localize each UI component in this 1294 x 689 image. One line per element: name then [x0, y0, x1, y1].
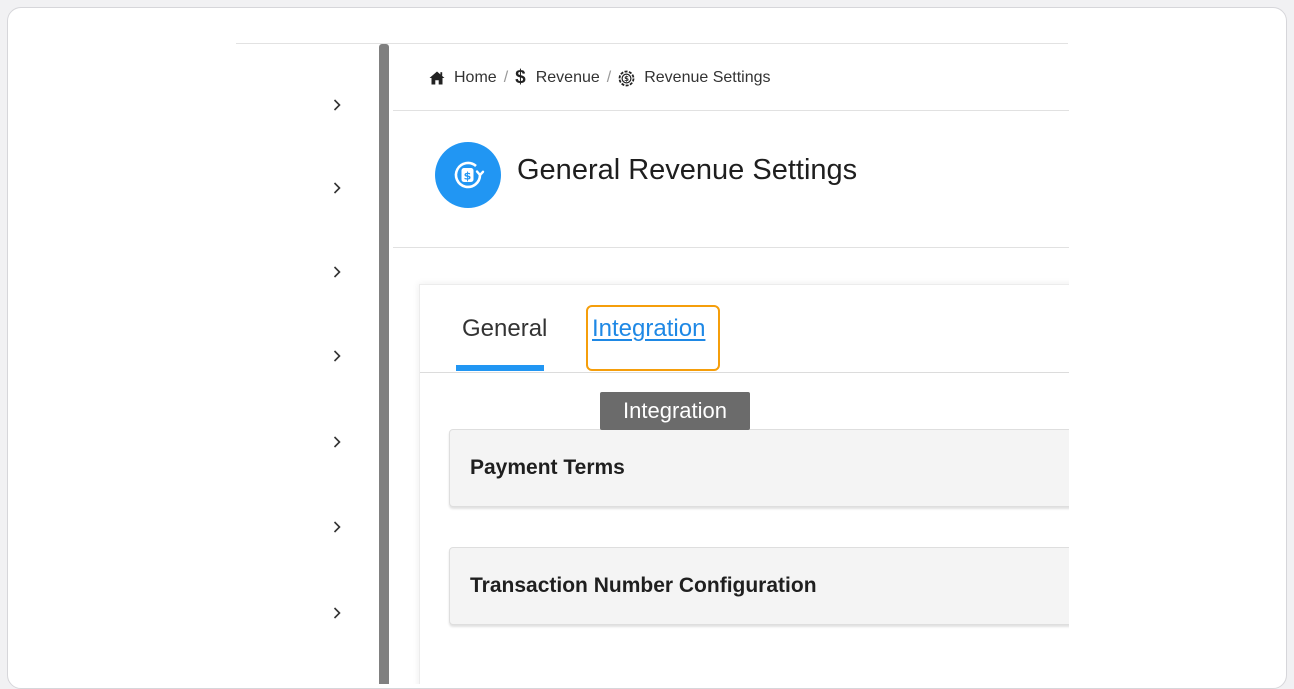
breadcrumb-separator: / [606, 69, 612, 86]
sidebar-expand-item-7[interactable] [330, 605, 344, 621]
chevron-right-icon [333, 436, 341, 448]
breadcrumb-revenue-label: Revenue [535, 69, 600, 86]
section-payment-terms[interactable]: Payment Terms [449, 429, 1069, 507]
page-title: General Revenue Settings [517, 154, 858, 186]
sidebar [236, 44, 377, 684]
section-title: Transaction Number Configuration [470, 574, 817, 597]
breadcrumb-divider [393, 110, 1069, 111]
svg-text:$: $ [464, 170, 472, 183]
chevron-right-icon [333, 607, 341, 619]
sidebar-expand-item-2[interactable] [330, 180, 344, 196]
breadcrumb-home[interactable]: Home [429, 69, 497, 87]
breadcrumb-revenue-settings-label: Revenue Settings [644, 69, 771, 86]
tab-general[interactable]: General [462, 315, 547, 343]
breadcrumb: Home / $ Revenue / $ Revenue Settings [429, 66, 771, 90]
chevron-right-icon [333, 350, 341, 362]
main-content: Home / $ Revenue / $ Revenue Settings $ [389, 44, 1069, 684]
chevron-right-icon [333, 99, 341, 111]
coin-gear-icon: $ [618, 70, 635, 87]
breadcrumb-home-label: Home [454, 69, 497, 86]
chevron-right-icon [333, 182, 341, 194]
integration-tooltip: Integration [600, 392, 750, 430]
breadcrumb-separator: / [503, 69, 509, 86]
chevron-right-icon [333, 521, 341, 533]
active-tab-indicator [456, 365, 544, 371]
section-transaction-number-configuration[interactable]: Transaction Number Configuration [449, 547, 1069, 625]
tab-integration[interactable]: Integration [592, 315, 705, 343]
dollar-icon: $ [515, 67, 526, 88]
sidebar-expand-item-1[interactable] [330, 97, 344, 113]
sidebar-expand-item-3[interactable] [330, 264, 344, 280]
tab-bar-divider [420, 372, 1069, 373]
home-icon [429, 71, 445, 85]
sidebar-expand-item-6[interactable] [330, 519, 344, 535]
title-divider [393, 247, 1069, 248]
svg-text:$: $ [624, 75, 629, 83]
section-title: Payment Terms [470, 456, 625, 479]
breadcrumb-revenue[interactable]: $ Revenue [515, 67, 600, 89]
chevron-right-icon [333, 266, 341, 278]
revenue-cycle-icon: $ [435, 142, 501, 208]
sidebar-expand-item-5[interactable] [330, 434, 344, 450]
screenshot-frame: Home / $ Revenue / $ Revenue Settings $ [7, 7, 1287, 689]
sidebar-expand-item-4[interactable] [330, 348, 344, 364]
vertical-scrollbar[interactable] [379, 44, 389, 684]
settings-card: General Integration Integration Payment … [419, 284, 1069, 684]
breadcrumb-revenue-settings: $ Revenue Settings [618, 69, 771, 87]
